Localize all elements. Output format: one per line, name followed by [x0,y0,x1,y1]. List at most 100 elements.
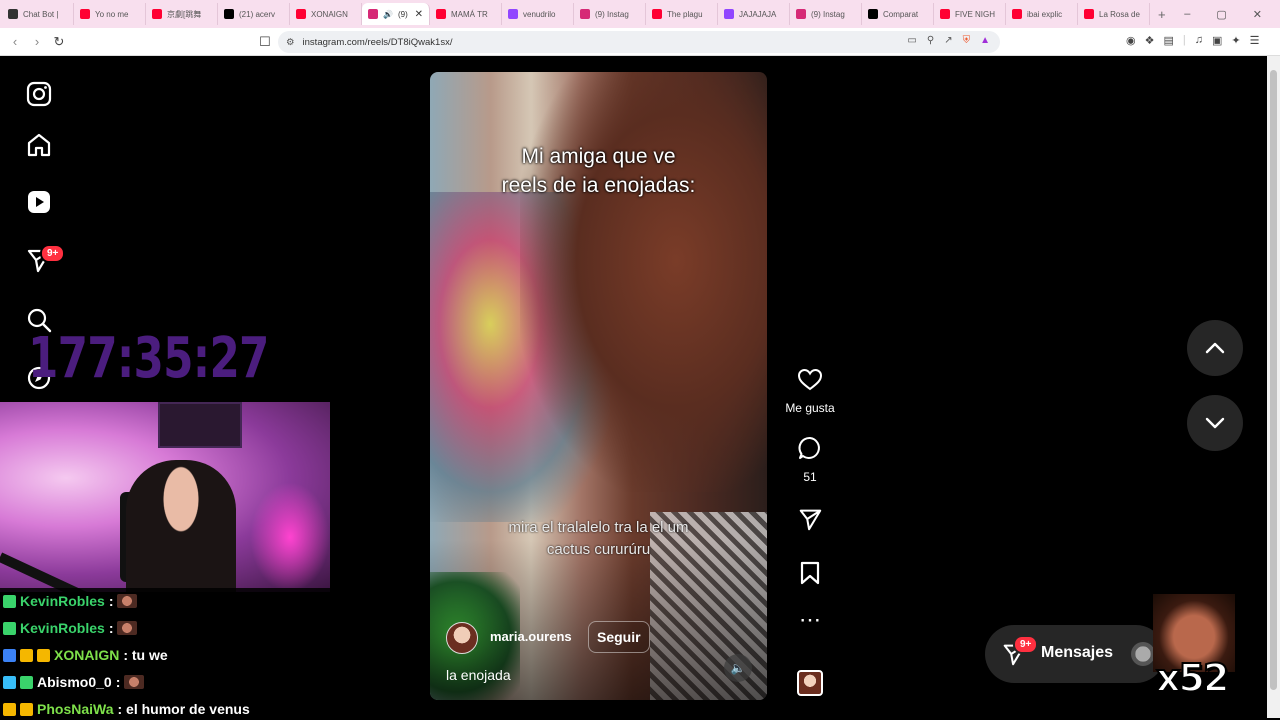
tab-title: JAJAJAJA [739,9,777,19]
back-icon[interactable]: ‹ [4,34,26,49]
browser-tab[interactable]: JAJAJAJA [718,3,790,25]
tab-favicon-icon [224,9,234,19]
share-icon[interactable]: ↗ [944,35,952,46]
browser-tab[interactable]: (21) acerv [218,3,290,25]
sidebar-toggle-icon[interactable]: ▤ [1163,34,1173,47]
reload-icon[interactable]: ↻ [48,34,70,50]
browser-tab[interactable]: La Rosa de [1078,3,1150,25]
chat-username: PhosNaiWa [37,701,114,717]
browser-tab[interactable]: (9) Instag [790,3,862,25]
reel-video[interactable]: Mi amiga que ve reels de ia enojadas: mi… [430,72,767,700]
cast-icon[interactable]: ▭ [907,35,916,46]
wallet-icon[interactable]: ▣ [1212,34,1222,47]
chat-badge-icon [20,675,33,689]
zoom-icon[interactable]: ⚲ [927,35,934,46]
menu-icon[interactable]: ☰ [1250,34,1260,47]
tab-title: 京劇[跳舞 [167,9,202,19]
like-button[interactable]: Me gusta [779,368,841,415]
browser-toolbar: ‹ › ↻ ☐ ⚙ instagram.com/reels/DT8iQwak1s… [0,28,1280,56]
chat-badge-icon [3,594,16,608]
like-label: Me gusta [785,401,835,415]
browser-tab[interactable]: Yo no me [74,3,146,25]
new-tab-button[interactable]: + [1150,7,1174,22]
instagram-logo-icon[interactable] [25,80,53,108]
chat-text: : [108,593,114,609]
forward-icon[interactable]: › [26,34,48,49]
home-icon[interactable] [25,131,53,159]
browser-tab[interactable]: FIVE NIGH [934,3,1006,25]
extension-icon[interactable]: ◉ [1126,34,1136,47]
chevron-up-icon [1205,342,1225,354]
tab-title: La Rosa de [1099,9,1140,19]
tab-title: Chat Bot | [23,9,59,19]
chat-badge-icon [3,621,16,635]
tab-title: XONAIGN [311,9,348,19]
tab-favicon-icon [1012,9,1022,19]
sound-toggle-icon[interactable]: 🔈 [724,654,752,682]
maximize-button[interactable]: ▢ [1216,8,1226,21]
browser-tab[interactable]: MAMÁ TR [430,3,502,25]
browser-tab[interactable]: 🔊 (9) ✕ [362,3,430,25]
save-button[interactable] [779,560,841,591]
tab-favicon-icon [796,9,806,19]
tab-title: (21) acerv [239,9,276,19]
scrollbar-thumb[interactable] [1270,70,1277,690]
browser-tab[interactable]: Comparat [862,3,934,25]
video-subtitle: mira el tralalelo tra la el um cactus cu… [430,517,767,561]
tab-favicon-icon [580,9,590,19]
previous-reel-button[interactable] [1187,320,1243,376]
minimize-button[interactable]: – [1184,8,1190,21]
more-options-icon[interactable]: ⋯ [779,609,841,631]
window-controls: – ▢ ✕ [1184,8,1280,21]
puzzle-icon[interactable]: ❖ [1145,34,1155,47]
comment-button[interactable]: 51 [779,435,841,484]
reels-icon[interactable] [25,188,53,216]
chat-emote [124,675,145,689]
chat-message: KevinRobles: [3,590,138,612]
bookmark-icon[interactable]: ☐ [254,34,276,50]
site-info-icon[interactable]: ⚙ [286,37,295,48]
comment-count: 51 [803,470,817,484]
stream-timer: 177:35:27 [28,326,269,391]
tab-favicon-icon [652,9,662,19]
close-window-button[interactable]: ✕ [1253,8,1262,21]
browser-tab[interactable]: Chat Bot | [2,3,74,25]
audio-avatar[interactable] [797,670,823,696]
brave-rewards-icon[interactable]: ▲ [980,35,990,46]
browser-tab[interactable]: 京劇[跳舞 [146,3,218,25]
stream-chat: KevinRobles: KevinRobles: XONAIGN: tu we Ab… [0,588,332,718]
chat-username: Abismo0_0 [37,674,112,690]
audio-playing-icon[interactable]: 🔊 [383,10,393,19]
tab-favicon-icon [436,9,446,19]
author-username[interactable]: maria.ourens [490,629,572,644]
tab-favicon-icon [724,9,734,19]
tab-favicon-icon [368,9,378,19]
page-scrollbar[interactable] [1267,56,1280,718]
browser-tab[interactable]: (9) Instag [574,3,646,25]
browser-tab[interactable]: XONAIGN [290,3,362,25]
tab-title: FIVE NIGH [955,9,996,19]
tab-title: Comparat [883,9,919,19]
author-avatar[interactable] [446,622,478,654]
tab-title: (9) [397,9,408,19]
tab-close-icon[interactable]: ✕ [415,9,423,20]
next-reel-button[interactable] [1187,395,1243,451]
address-bar-icons: ▭ ⚲ ↗ ⛨ ▲ [907,35,990,46]
browser-tab[interactable]: The plagu [646,3,718,25]
share-button[interactable] [779,506,841,537]
video-frame-detail [520,72,767,492]
tab-title: MAMÁ TR [451,9,488,19]
brave-shield-icon[interactable]: ⛨ [963,35,971,46]
address-bar[interactable]: ⚙ instagram.com/reels/DT8iQwak1sx/ ▭ ⚲ ↗… [278,31,1000,53]
chat-badge-icon [20,702,33,716]
browser-tab[interactable]: ibai explic [1006,3,1078,25]
chat-text: : [115,674,121,690]
chat-badge-icon [20,648,33,662]
chat-emote [117,594,138,608]
browser-tab[interactable]: venudrilo [502,3,574,25]
chat-text: : el humor de venus [117,701,250,717]
messages-button[interactable]: 9+ Mensajes [985,625,1165,683]
follow-button[interactable]: Seguir [588,621,650,653]
music-icon[interactable]: ♫ [1195,34,1203,47]
ai-icon[interactable]: ✦ [1231,34,1240,47]
